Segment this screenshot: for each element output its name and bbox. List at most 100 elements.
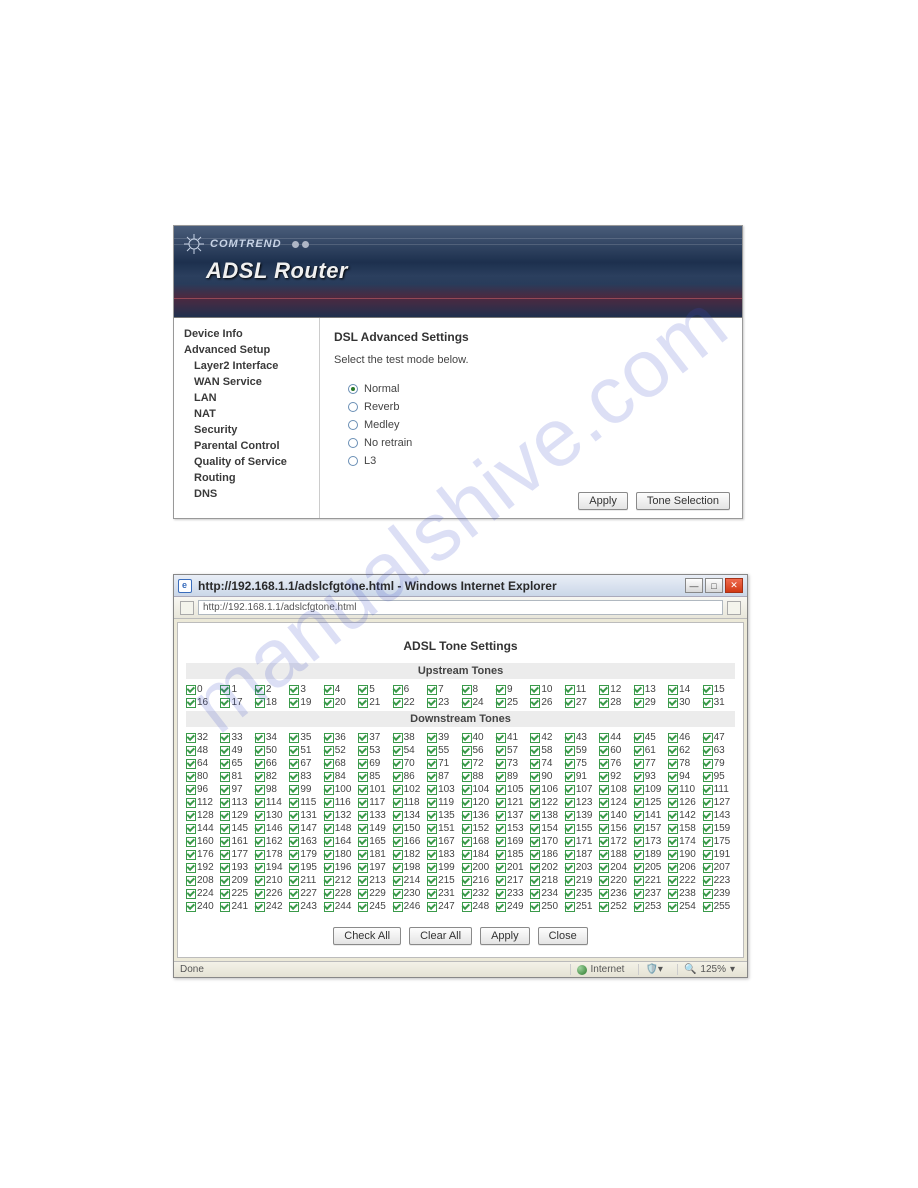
checkbox-icon[interactable] — [255, 798, 265, 808]
checkbox-icon[interactable] — [220, 876, 230, 886]
checkbox-icon[interactable] — [393, 698, 403, 708]
tone-checkbox-100[interactable]: 100 — [324, 783, 356, 796]
checkbox-icon[interactable] — [668, 824, 678, 834]
tone-checkbox-160[interactable]: 160 — [186, 835, 218, 848]
tone-checkbox-198[interactable]: 198 — [393, 861, 425, 874]
tone-checkbox-80[interactable]: 80 — [186, 770, 218, 783]
checkbox-icon[interactable] — [565, 685, 575, 695]
checkbox-icon[interactable] — [255, 746, 265, 756]
tone-checkbox-91[interactable]: 91 — [565, 770, 597, 783]
checkbox-icon[interactable] — [255, 698, 265, 708]
tone-checkbox-64[interactable]: 64 — [186, 757, 218, 770]
tone-checkbox-164[interactable]: 164 — [324, 835, 356, 848]
tone-checkbox-222[interactable]: 222 — [668, 874, 700, 887]
checkbox-icon[interactable] — [462, 759, 472, 769]
tone-checkbox-26[interactable]: 26 — [530, 696, 562, 709]
tone-checkbox-215[interactable]: 215 — [427, 874, 459, 887]
checkbox-icon[interactable] — [530, 837, 540, 847]
tone-checkbox-211[interactable]: 211 — [289, 874, 321, 887]
checkbox-icon[interactable] — [393, 889, 403, 899]
tone-checkbox-65[interactable]: 65 — [220, 757, 252, 770]
checkbox-icon[interactable] — [565, 889, 575, 899]
checkbox-icon[interactable] — [703, 746, 713, 756]
checkbox-icon[interactable] — [289, 685, 299, 695]
checkbox-icon[interactable] — [462, 863, 472, 873]
tone-checkbox-246[interactable]: 246 — [393, 900, 425, 913]
checkbox-icon[interactable] — [186, 746, 196, 756]
tone-checkbox-207[interactable]: 207 — [703, 861, 735, 874]
tone-checkbox-57[interactable]: 57 — [496, 744, 528, 757]
tone-checkbox-133[interactable]: 133 — [358, 809, 390, 822]
checkbox-icon[interactable] — [186, 733, 196, 743]
sidebar-item-advanced-setup[interactable]: Advanced Setup — [184, 342, 313, 358]
checkbox-icon[interactable] — [255, 759, 265, 769]
tone-checkbox-128[interactable]: 128 — [186, 809, 218, 822]
tone-checkbox-44[interactable]: 44 — [599, 731, 631, 744]
tone-checkbox-46[interactable]: 46 — [668, 731, 700, 744]
tone-checkbox-121[interactable]: 121 — [496, 796, 528, 809]
checkbox-icon[interactable] — [565, 759, 575, 769]
tone-checkbox-209[interactable]: 209 — [220, 874, 252, 887]
checkbox-icon[interactable] — [393, 876, 403, 886]
tone-checkbox-254[interactable]: 254 — [668, 900, 700, 913]
tone-checkbox-136[interactable]: 136 — [462, 809, 494, 822]
tone-checkbox-241[interactable]: 241 — [220, 900, 252, 913]
tone-apply-button[interactable]: Apply — [480, 927, 530, 945]
checkbox-icon[interactable] — [634, 685, 644, 695]
checkbox-icon[interactable] — [255, 811, 265, 821]
checkbox-icon[interactable] — [427, 733, 437, 743]
tone-checkbox-23[interactable]: 23 — [427, 696, 459, 709]
tone-checkbox-54[interactable]: 54 — [393, 744, 425, 757]
tone-checkbox-135[interactable]: 135 — [427, 809, 459, 822]
apply-button[interactable]: Apply — [578, 492, 628, 510]
checkbox-icon[interactable] — [599, 889, 609, 899]
tone-checkbox-182[interactable]: 182 — [393, 848, 425, 861]
checkbox-icon[interactable] — [358, 733, 368, 743]
tone-checkbox-31[interactable]: 31 — [703, 696, 735, 709]
tone-checkbox-130[interactable]: 130 — [255, 809, 287, 822]
checkbox-icon[interactable] — [358, 863, 368, 873]
tone-checkbox-126[interactable]: 126 — [668, 796, 700, 809]
tone-checkbox-146[interactable]: 146 — [255, 822, 287, 835]
checkbox-icon[interactable] — [358, 785, 368, 795]
tone-checkbox-147[interactable]: 147 — [289, 822, 321, 835]
tone-checkbox-230[interactable]: 230 — [393, 887, 425, 900]
tone-checkbox-205[interactable]: 205 — [634, 861, 666, 874]
tone-checkbox-7[interactable]: 7 — [427, 683, 459, 696]
checkbox-icon[interactable] — [634, 759, 644, 769]
checkbox-icon[interactable] — [186, 889, 196, 899]
checkbox-icon[interactable] — [565, 811, 575, 821]
tone-checkbox-195[interactable]: 195 — [289, 861, 321, 874]
checkbox-icon[interactable] — [462, 811, 472, 821]
tone-checkbox-22[interactable]: 22 — [393, 696, 425, 709]
tone-checkbox-194[interactable]: 194 — [255, 861, 287, 874]
tone-checkbox-113[interactable]: 113 — [220, 796, 252, 809]
checkbox-icon[interactable] — [599, 811, 609, 821]
checkbox-icon[interactable] — [530, 876, 540, 886]
tone-checkbox-21[interactable]: 21 — [358, 696, 390, 709]
tone-checkbox-234[interactable]: 234 — [530, 887, 562, 900]
checkbox-icon[interactable] — [358, 889, 368, 899]
tone-checkbox-190[interactable]: 190 — [668, 848, 700, 861]
tone-checkbox-145[interactable]: 145 — [220, 822, 252, 835]
checkbox-icon[interactable] — [703, 902, 713, 912]
tone-checkbox-206[interactable]: 206 — [668, 861, 700, 874]
tone-checkbox-186[interactable]: 186 — [530, 848, 562, 861]
checkbox-icon[interactable] — [634, 850, 644, 860]
checkbox-icon[interactable] — [393, 863, 403, 873]
checkbox-icon[interactable] — [220, 863, 230, 873]
tone-checkbox-34[interactable]: 34 — [255, 731, 287, 744]
tone-checkbox-60[interactable]: 60 — [599, 744, 631, 757]
tone-checkbox-9[interactable]: 9 — [496, 683, 528, 696]
checkbox-icon[interactable] — [668, 698, 678, 708]
checkbox-icon[interactable] — [324, 850, 334, 860]
tone-checkbox-217[interactable]: 217 — [496, 874, 528, 887]
tone-checkbox-114[interactable]: 114 — [255, 796, 287, 809]
tone-checkbox-176[interactable]: 176 — [186, 848, 218, 861]
tone-checkbox-103[interactable]: 103 — [427, 783, 459, 796]
checkbox-icon[interactable] — [496, 772, 506, 782]
tone-checkbox-28[interactable]: 28 — [599, 696, 631, 709]
checkbox-icon[interactable] — [599, 824, 609, 834]
tone-checkbox-177[interactable]: 177 — [220, 848, 252, 861]
tone-checkbox-169[interactable]: 169 — [496, 835, 528, 848]
